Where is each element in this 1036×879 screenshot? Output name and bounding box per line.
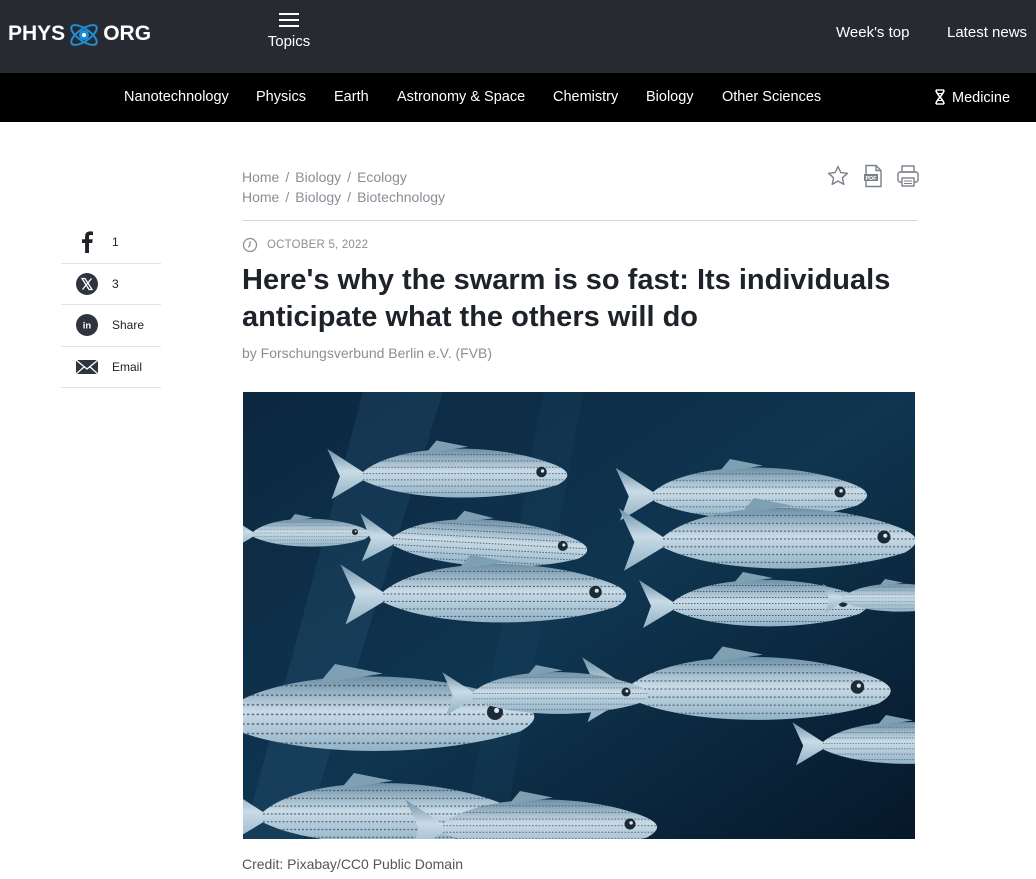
nav-item-chemistry[interactable]: Chemistry xyxy=(553,89,618,105)
clock-icon xyxy=(242,237,258,253)
breadcrumb-biology[interactable]: Biology xyxy=(295,169,341,185)
breadcrumb: Home / Biology / Ecology xyxy=(242,167,445,187)
breadcrumbs: Home / Biology / Ecology Home / Biology / Biotec… xyxy=(242,167,445,207)
share-x[interactable]: 3 xyxy=(61,264,161,305)
nav-item-astronomy-space[interactable]: Astronomy & Space xyxy=(397,89,525,105)
x-icon xyxy=(75,272,99,296)
star-icon xyxy=(827,165,849,186)
header-divider xyxy=(242,220,917,221)
share-email[interactable]: Email xyxy=(61,347,161,388)
breadcrumb: Home / Biology / Biotechnology xyxy=(242,187,445,207)
top-header: PHYS ORG Topics Week's top Latest news xyxy=(0,0,1036,73)
nav-item-biology[interactable]: Biology xyxy=(646,89,694,105)
nav-item-medicine[interactable]: Medicine xyxy=(934,89,1010,106)
nav-item-nanotechnology[interactable]: Nanotechnology xyxy=(124,89,229,105)
breadcrumb-biology[interactable]: Biology xyxy=(295,189,341,205)
share-facebook[interactable]: 1 xyxy=(61,222,161,264)
article-date: OCTOBER 5, 2022 xyxy=(242,237,368,253)
nav-item-earth[interactable]: Earth xyxy=(334,89,369,105)
topics-label: Topics xyxy=(267,33,311,50)
print-button[interactable] xyxy=(896,164,920,188)
date-text: OCTOBER 5, 2022 xyxy=(267,239,369,251)
share-sidebar: 1 3 in Share Email xyxy=(61,222,161,388)
nav-item-other-sciences[interactable]: Other Sciences xyxy=(722,89,821,105)
logo-atom-icon xyxy=(70,24,98,46)
article-tools: PDF xyxy=(826,164,920,188)
article-title: Here's why the swarm is so fast: Its ind… xyxy=(242,264,891,333)
svg-text:in: in xyxy=(83,321,92,332)
breadcrumb-separator: / xyxy=(285,169,290,185)
fish-school-illustration xyxy=(243,392,915,839)
dna-icon xyxy=(935,89,945,105)
email-label: Email xyxy=(112,359,143,374)
nav-item-physics[interactable]: Physics xyxy=(256,89,306,105)
facebook-icon xyxy=(75,230,99,254)
topics-menu-button[interactable]: Topics xyxy=(262,10,316,51)
breadcrumb-home[interactable]: Home xyxy=(242,189,279,205)
logo-text-left: PHYS xyxy=(8,22,66,45)
linkedin-icon: in xyxy=(75,313,99,337)
article-image[interactable] xyxy=(243,392,915,839)
latest-news-link[interactable]: Latest news xyxy=(947,24,1027,41)
nav-medicine-label: Medicine xyxy=(952,90,1011,106)
share-linkedin[interactable]: in Share xyxy=(61,305,161,347)
breadcrumb-ecology[interactable]: Ecology xyxy=(357,169,407,185)
breadcrumb-separator: / xyxy=(347,189,352,205)
site-logo[interactable]: PHYS ORG xyxy=(8,12,151,56)
pdf-button[interactable]: PDF xyxy=(861,164,885,188)
x-count: 3 xyxy=(112,276,119,291)
category-nav: Nanotechnology Physics Earth Astronomy &… xyxy=(0,73,1036,122)
breadcrumb-home[interactable]: Home xyxy=(242,169,279,185)
breadcrumb-separator: / xyxy=(285,189,290,205)
svg-text:PDF: PDF xyxy=(866,176,878,182)
bookmark-star-button[interactable] xyxy=(826,164,850,188)
facebook-count: 1 xyxy=(112,235,119,250)
print-icon xyxy=(897,165,919,187)
logo-text-right: ORG xyxy=(103,22,152,45)
linkedin-label: Share xyxy=(112,318,145,333)
hamburger-icon xyxy=(279,13,299,27)
pdf-icon: PDF xyxy=(864,164,882,188)
article-byline: by Forschungsverbund Berlin e.V. (FVB) xyxy=(242,345,493,361)
email-icon xyxy=(75,355,99,379)
breadcrumb-biotechnology[interactable]: Biotechnology xyxy=(357,189,445,205)
breadcrumb-separator: / xyxy=(347,169,352,185)
weeks-top-link[interactable]: Week's top xyxy=(836,24,909,41)
image-credit: Credit: Pixabay/CC0 Public Domain xyxy=(242,856,463,872)
